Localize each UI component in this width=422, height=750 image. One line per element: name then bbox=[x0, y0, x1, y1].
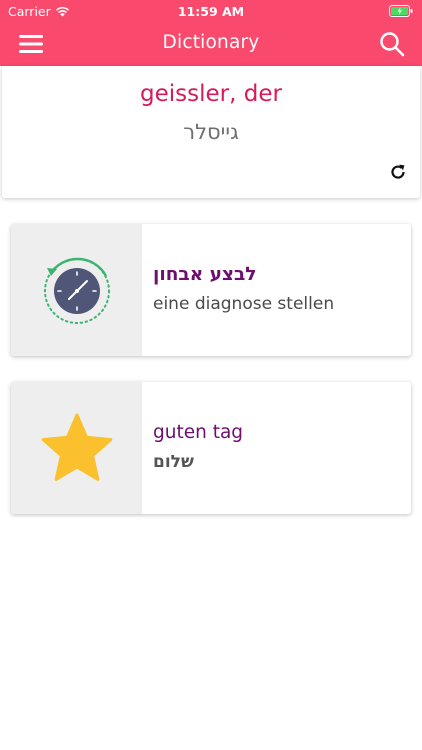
history-card[interactable]: לבצע אבחון eine diagnose stellen bbox=[11, 224, 411, 356]
favorite-hebrew-text: שלום bbox=[153, 452, 194, 472]
search-icon bbox=[380, 32, 405, 57]
status-bar: Carrier 11:59 AM bbox=[0, 0, 422, 22]
word-of-the-day-card[interactable]: geissler, der גייסלר bbox=[2, 66, 420, 198]
nav-bar: Dictionary bbox=[0, 22, 422, 66]
history-icon-area bbox=[11, 224, 142, 356]
favorites-card[interactable]: guten tag שלום bbox=[11, 382, 411, 514]
status-time: 11:59 AM bbox=[177, 4, 245, 19]
refresh-button[interactable] bbox=[388, 162, 408, 182]
word-hebrew: גייסלר bbox=[183, 120, 239, 144]
history-german-text: eine diagnose stellen bbox=[153, 294, 335, 314]
word-german: geissler, der bbox=[140, 81, 282, 107]
history-clock-icon bbox=[44, 257, 110, 324]
battery-icon bbox=[389, 5, 413, 20]
page-title: Dictionary bbox=[162, 32, 260, 53]
history-hebrew-text: לבצע אבחון bbox=[153, 264, 257, 285]
app-header: Carrier 11:59 AM Dictionary bbox=[0, 0, 422, 66]
favorites-icon-area bbox=[11, 382, 142, 514]
star-icon bbox=[41, 413, 113, 481]
favorite-german-text: guten tag bbox=[153, 422, 244, 443]
refresh-icon bbox=[391, 164, 405, 179]
search-button[interactable] bbox=[378, 30, 406, 58]
